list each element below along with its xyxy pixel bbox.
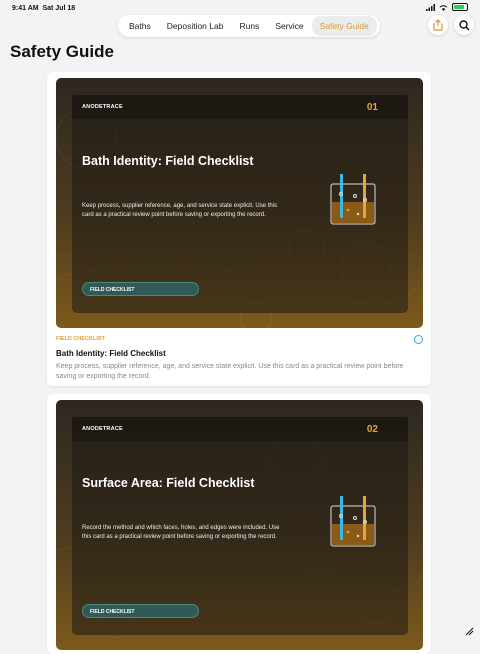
beaker-icon — [330, 174, 376, 225]
status-time: 9:41 AM Sat Jul 18 — [12, 5, 76, 12]
share-button[interactable] — [428, 15, 448, 35]
cellular-icon — [426, 3, 435, 11]
hero-description: Record the method and which faces, holes… — [82, 525, 280, 540]
checkmark-icon — [414, 335, 423, 344]
category-chip: FIELD CHECKLIST — [82, 282, 199, 296]
guide-card[interactable]: ANODETRACE 01 Bath Identity: Field Check… — [47, 72, 431, 386]
card-hero: ANODETRACE 01 Bath Identity: Field Check… — [56, 78, 423, 328]
category-chip: FIELD CHECKLIST — [82, 604, 199, 618]
tab-bar: Baths Deposition Lab Runs Service Safety… — [118, 15, 380, 37]
search-icon — [458, 19, 470, 31]
hero-panel: ANODETRACE 01 Bath Identity: Field Check… — [72, 95, 408, 313]
card-number: 01 — [366, 102, 378, 113]
brand-label: ANODETRACE — [82, 104, 123, 110]
tab-deposition-lab[interactable]: Deposition Lab — [159, 16, 232, 36]
hero-title: Surface Area: Field Checklist — [82, 476, 255, 490]
tab-baths[interactable]: Baths — [121, 16, 159, 36]
hero-panel: ANODETRACE 02 Surface Area: Field Checkl… — [72, 417, 408, 635]
wifi-icon — [439, 4, 448, 11]
status-bar: 9:41 AM Sat Jul 18 — [0, 0, 480, 16]
battery-icon — [452, 3, 468, 11]
search-button[interactable] — [454, 15, 474, 35]
resize-handle-icon[interactable] — [464, 626, 474, 636]
hero-title: Bath Identity: Field Checklist — [82, 154, 254, 168]
beaker-icon — [330, 496, 376, 547]
card-description: Keep process, supplier reference, age, a… — [56, 363, 404, 380]
guide-card[interactable]: ANODETRACE 02 Surface Area: Field Checkl… — [47, 394, 431, 654]
tab-service[interactable]: Service — [267, 16, 311, 36]
page-title: Safety Guide — [10, 42, 114, 61]
card-number: 02 — [366, 424, 378, 435]
card-title: Bath Identity: Field Checklist — [56, 349, 166, 358]
share-icon — [433, 19, 443, 31]
brand-label: ANODETRACE — [82, 426, 123, 432]
tab-runs[interactable]: Runs — [231, 16, 267, 36]
hero-description: Keep process, supplier reference, age, a… — [82, 203, 278, 218]
card-hero: ANODETRACE 02 Surface Area: Field Checkl… — [56, 400, 423, 650]
card-category: FIELD CHECKLIST — [56, 336, 105, 342]
tab-safety-guide[interactable]: Safety Guide — [311, 16, 377, 36]
